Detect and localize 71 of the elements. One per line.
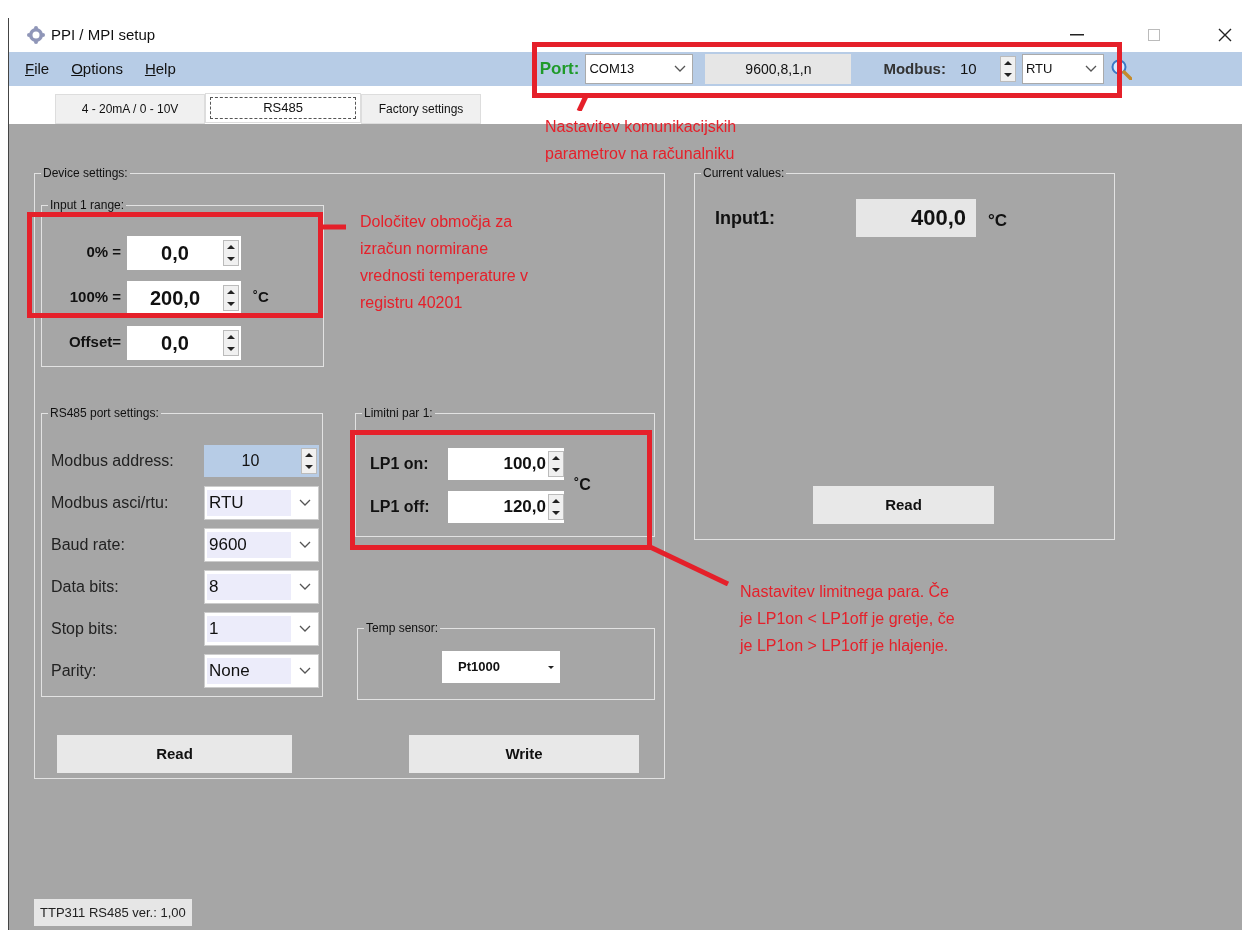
field-label: Stop bits: xyxy=(51,619,119,639)
group-title: Input 1 range: xyxy=(48,197,127,213)
button[interactable]: Write xyxy=(409,735,639,773)
chevron-down-icon xyxy=(299,625,311,633)
spin-arrows-icon[interactable] xyxy=(301,448,317,474)
number-spinner[interactable]: 100,0 xyxy=(448,447,564,480)
window-title: PPI / MPI setup xyxy=(51,24,156,45)
field-label: LP1 on: xyxy=(370,453,430,474)
settings-display: 9600,8,1,n xyxy=(705,54,852,84)
spin-arrows-icon[interactable] xyxy=(223,284,239,311)
field-label: Baud rate: xyxy=(51,535,126,555)
group-title: Temp sensor: xyxy=(364,620,441,636)
value-label: Input1: xyxy=(715,206,776,230)
field-label: LP1 off: xyxy=(370,496,431,517)
dropdown[interactable]: None xyxy=(204,654,319,688)
dropdown[interactable]: 1 xyxy=(204,612,319,646)
field-label: Modbus asci/rtu: xyxy=(51,493,170,513)
number-spinner[interactable]: 0,0 xyxy=(127,325,241,360)
tab[interactable]: RS485 xyxy=(205,93,361,123)
search-icon[interactable] xyxy=(1109,58,1132,80)
group-title: RS485 port settings: xyxy=(48,405,161,421)
spin-arrows-icon[interactable] xyxy=(223,329,239,356)
tab[interactable]: Factory settings xyxy=(361,94,481,124)
modbus-label: Modbus: xyxy=(883,58,946,79)
menu-item[interactable]: Options xyxy=(71,57,123,81)
annotation-text: Nastavitev limitnega para. Če je LP1on < LP1off je gretje, če je LP1on > LP1off je hlajenje. xyxy=(740,581,955,656)
chevron-down-icon xyxy=(299,499,311,507)
chevron-down-icon xyxy=(1084,65,1097,73)
field-label: Data bits: xyxy=(51,577,120,597)
spin-arrows-icon[interactable] xyxy=(999,56,1016,82)
port-dropdown[interactable]: COM13 xyxy=(585,54,694,84)
dropdown-arrow-icon xyxy=(548,665,554,669)
dropdown[interactable]: 9600 xyxy=(204,528,319,562)
spin-arrows-icon[interactable] xyxy=(223,239,239,266)
protocol-dropdown[interactable]: RTU xyxy=(1021,54,1104,84)
gear-icon xyxy=(27,26,45,44)
unit-label: °C xyxy=(988,210,1008,233)
spin-arrows-icon[interactable] xyxy=(548,493,564,520)
chevron-down-icon xyxy=(299,583,311,591)
number-spinner[interactable]: 200,0 xyxy=(127,280,241,315)
button[interactable]: Read xyxy=(813,486,994,524)
button[interactable]: Read xyxy=(57,735,292,773)
leader-line xyxy=(576,96,588,111)
dropdown[interactable]: 8 xyxy=(204,570,319,604)
field-label: 100% = xyxy=(68,287,122,308)
field-label: 0% = xyxy=(85,242,122,263)
dropdown[interactable]: RTU xyxy=(204,486,319,520)
group-title: Device settings: xyxy=(41,165,130,181)
close-icon[interactable] xyxy=(1218,28,1232,42)
chevron-down-icon xyxy=(674,65,687,73)
number-spinner[interactable]: 120,0 xyxy=(448,490,564,523)
chevron-down-icon xyxy=(299,541,311,549)
field-label: Modbus address: xyxy=(51,451,175,471)
field-label: Offset= xyxy=(67,332,122,353)
group-title: Limitni par 1: xyxy=(362,405,435,421)
port-label: Port: xyxy=(539,58,580,81)
annotation-text: Določitev območja za izračun normirane vrednosti temperature v registru 40201 xyxy=(360,212,529,313)
leader-line xyxy=(322,222,346,232)
version-label: TTP311 RS485 ver.: 1,00 xyxy=(34,899,192,926)
chevron-down-icon xyxy=(299,667,311,675)
sensor-dropdown[interactable]: Pt1000 xyxy=(442,651,560,683)
spin-arrows-icon[interactable] xyxy=(548,450,564,477)
value-display: 400,0 xyxy=(856,199,976,237)
number-spinner[interactable]: 10 xyxy=(204,445,319,477)
unit-label: ˚C xyxy=(253,287,269,308)
number-spinner[interactable]: 0,0 xyxy=(127,235,241,270)
menu-item[interactable]: Help xyxy=(144,57,176,81)
tab[interactable]: 4 - 20mA / 0 - 10V xyxy=(55,94,205,124)
unit-label: ˚C xyxy=(574,475,591,495)
menu-item[interactable]: File xyxy=(25,57,50,81)
field-label: Parity: xyxy=(51,661,98,681)
